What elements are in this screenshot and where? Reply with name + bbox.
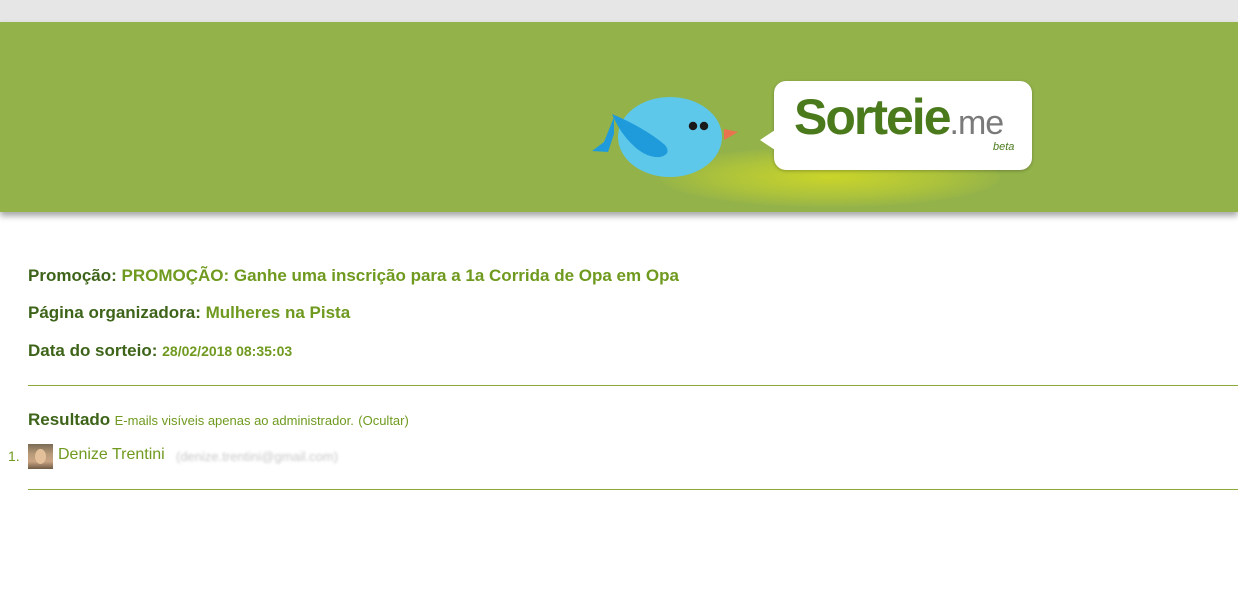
organizer-label: Página organizadora: bbox=[28, 303, 201, 322]
winner-number: 1. bbox=[8, 448, 20, 464]
site-header: Sorteie.me beta bbox=[0, 22, 1238, 212]
draw-date-label: Data do sorteio: bbox=[28, 341, 158, 360]
site-logo[interactable]: Sorteie.me bbox=[794, 87, 1005, 153]
bubble-tail bbox=[760, 130, 775, 150]
result-header: Resultado E-mails visíveis apenas ao adm… bbox=[28, 410, 409, 430]
winner-name[interactable]: Denize Trentini bbox=[58, 446, 165, 464]
logo-main-text: Sorteie bbox=[794, 89, 952, 145]
browser-top-bar bbox=[0, 0, 1238, 23]
winner-email: (denize.trentini@gmail.com) bbox=[176, 449, 339, 464]
organizer-line: Página organizadora: Mulheres na Pista bbox=[28, 303, 350, 323]
bird-logo-icon bbox=[592, 97, 738, 177]
result-note: E-mails visíveis apenas ao administrador… bbox=[114, 413, 354, 428]
logo-beta-label: beta bbox=[993, 141, 1015, 153]
divider-bottom bbox=[28, 489, 1238, 490]
organizer-value[interactable]: Mulheres na Pista bbox=[206, 303, 351, 322]
result-title: Resultado bbox=[28, 410, 111, 429]
avatar-face bbox=[35, 449, 46, 464]
draw-date-line: Data do sorteio: 28/02/2018 08:35:03 bbox=[28, 341, 292, 361]
winner-avatar[interactable] bbox=[28, 444, 53, 469]
draw-date-value: 28/02/2018 08:35:03 bbox=[162, 343, 293, 359]
logo-speech-bubble[interactable]: Sorteie.me beta bbox=[760, 81, 1032, 170]
hide-emails-link[interactable]: (Ocultar) bbox=[358, 413, 409, 428]
logo-suffix-text: .me bbox=[949, 104, 1005, 142]
promotion-line: Promoção: PROMOÇÃO: Ganhe uma inscrição … bbox=[28, 266, 679, 286]
promotion-value[interactable]: PROMOÇÃO: Ganhe uma inscrição para a 1a … bbox=[122, 266, 679, 285]
promotion-label: Promoção: bbox=[28, 266, 117, 285]
divider-top bbox=[28, 385, 1238, 386]
